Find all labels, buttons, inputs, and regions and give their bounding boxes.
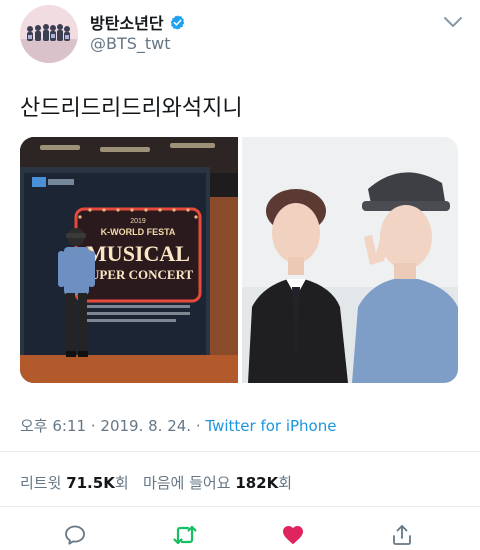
chevron-down-icon[interactable] <box>443 15 463 29</box>
share-button[interactable] <box>389 522 415 548</box>
svg-text:MUSICAL: MUSICAL <box>86 241 190 266</box>
retweet-suffix: 회 <box>114 474 129 492</box>
retweet-button[interactable] <box>172 522 198 548</box>
tweet-date[interactable]: 2019. 8. 24. <box>100 417 191 435</box>
tweet-stats: 리트윗 71.5K회 마음에 들어요 182K회 <box>20 472 292 493</box>
retweet-label: 리트윗 <box>20 474 62 492</box>
svg-text:K-WORLD FESTA: K-WORLD FESTA <box>101 227 176 237</box>
tweet-meta: 오후 6:11 · 2019. 8. 24. · Twitter for iPh… <box>20 415 336 436</box>
like-suffix: 회 <box>278 474 293 492</box>
name-row: 방탄소년단 <box>90 10 186 34</box>
photo-two-people[interactable] <box>242 137 458 383</box>
display-name[interactable]: 방탄소년단 <box>90 10 164 34</box>
photo-musical-poster[interactable]: 2019 K-WORLD FESTA MUSICAL SUPER CONCERT <box>20 137 238 383</box>
heart-icon <box>283 526 303 545</box>
tweet-text: 산드리드리드리와석지니 <box>20 96 243 121</box>
meta-separator: · <box>90 417 96 435</box>
divider <box>0 506 480 507</box>
reply-button[interactable] <box>62 522 88 548</box>
svg-text:2019: 2019 <box>130 218 146 225</box>
retweet-icon <box>173 525 197 545</box>
handle[interactable]: @BTS_twt <box>90 34 171 53</box>
media-grid: 2019 K-WORLD FESTA MUSICAL SUPER CONCERT <box>20 137 458 383</box>
tweet-time: 오후 6:11 <box>20 417 87 435</box>
tweet-source-link[interactable]: Twitter for iPhone <box>205 417 336 435</box>
tweet-header: 방탄소년단 @BTS_twt <box>0 0 480 72</box>
avatar[interactable] <box>20 5 78 63</box>
share-icon <box>393 525 411 545</box>
reply-icon <box>65 525 85 545</box>
like-button[interactable] <box>280 522 306 548</box>
retweet-count[interactable]: 71.5K <box>66 474 115 492</box>
meta-separator: · <box>195 417 201 435</box>
group-photo-avatar-icon <box>20 5 78 63</box>
divider <box>0 451 480 452</box>
like-label: 마음에 들어요 <box>142 474 231 492</box>
like-count[interactable]: 182K <box>235 474 278 492</box>
svg-text:SUPER CONCERT: SUPER CONCERT <box>83 267 194 282</box>
verified-badge-icon <box>170 14 184 30</box>
